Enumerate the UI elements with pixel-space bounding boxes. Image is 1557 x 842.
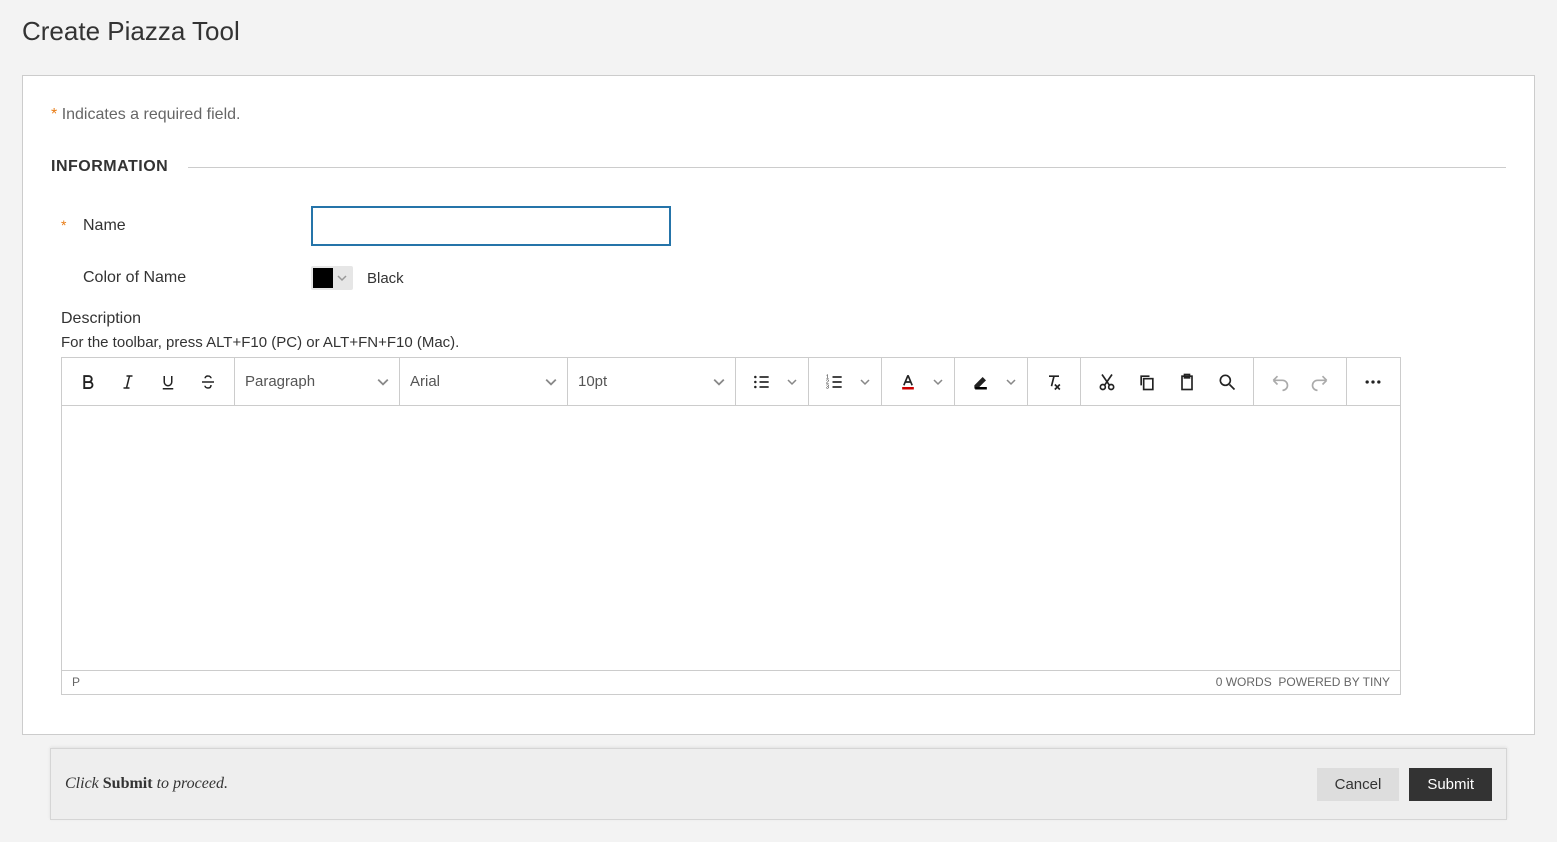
section-header: INFORMATION — [51, 158, 1506, 176]
editor-wordcount: 0 WORDS POWERED BY TINY — [1216, 675, 1390, 690]
more-group — [1347, 358, 1399, 405]
more-button[interactable] — [1353, 362, 1393, 402]
chevron-down-icon[interactable] — [928, 377, 948, 387]
svg-text:3: 3 — [826, 384, 829, 390]
rich-text-editor: Paragraph Arial 10pt — [61, 357, 1401, 695]
page-title: Create Piazza Tool — [0, 0, 1557, 75]
clear-format-group — [1028, 358, 1081, 405]
chevron-down-icon — [377, 376, 389, 388]
chevron-down-icon — [333, 268, 351, 288]
clipboard-group — [1081, 358, 1254, 405]
text-color-button[interactable] — [888, 362, 928, 402]
color-label-text: Color of Name — [83, 269, 186, 287]
required-note: * Indicates a required field. — [51, 106, 1506, 124]
svg-text:1: 1 — [826, 374, 829, 380]
bullet-list-button[interactable] — [742, 362, 782, 402]
strikethrough-button[interactable] — [188, 362, 228, 402]
bold-button[interactable] — [68, 362, 108, 402]
editor-path: P — [72, 675, 80, 690]
fontsize-select[interactable]: 10pt — [568, 358, 736, 405]
chevron-down-icon[interactable] — [1001, 377, 1021, 387]
paragraph-select[interactable]: Paragraph — [235, 358, 400, 405]
footer-buttons: Cancel Submit — [1317, 768, 1492, 801]
bullet-list-group — [736, 358, 809, 405]
editor-statusbar: P 0 WORDS POWERED BY TINY — [62, 670, 1400, 694]
underline-button[interactable] — [148, 362, 188, 402]
description-label: Description — [61, 310, 1496, 328]
toolbar-hint: For the toolbar, press ALT+F10 (PC) or A… — [61, 334, 1496, 351]
clear-formatting-button[interactable] — [1034, 362, 1074, 402]
cancel-button[interactable]: Cancel — [1317, 768, 1400, 801]
required-note-text: Indicates a required field. — [62, 106, 241, 123]
undo-button[interactable] — [1260, 362, 1300, 402]
svg-text:2: 2 — [826, 379, 829, 385]
copy-button[interactable] — [1127, 362, 1167, 402]
redo-button[interactable] — [1300, 362, 1340, 402]
required-star-icon: * — [61, 217, 73, 233]
name-label-text: Name — [83, 217, 126, 235]
color-value-text: Black — [367, 270, 404, 287]
font-select[interactable]: Arial — [400, 358, 568, 405]
color-row: Color of Name Black — [61, 266, 1496, 290]
form-panel: * Indicates a required field. INFORMATIO… — [22, 75, 1535, 735]
color-swatch-icon — [313, 268, 333, 288]
submit-button[interactable]: Submit — [1409, 768, 1492, 801]
required-star-icon: * — [51, 106, 57, 123]
cut-button[interactable] — [1087, 362, 1127, 402]
color-picker[interactable] — [311, 266, 353, 290]
editor-body[interactable] — [62, 406, 1400, 670]
chevron-down-icon — [545, 376, 557, 388]
chevron-down-icon[interactable] — [855, 377, 875, 387]
paste-button[interactable] — [1167, 362, 1207, 402]
name-label: * Name — [61, 217, 311, 235]
text-color-group — [882, 358, 955, 405]
name-row: * Name — [61, 206, 1496, 246]
font-select-value: Arial — [410, 373, 440, 390]
number-list-group: 123 — [809, 358, 882, 405]
highlight-group — [955, 358, 1028, 405]
paragraph-select-value: Paragraph — [245, 373, 315, 390]
editor-toolbar: Paragraph Arial 10pt — [62, 358, 1400, 406]
name-input[interactable] — [311, 206, 671, 246]
undo-group — [1254, 358, 1347, 405]
find-button[interactable] — [1207, 362, 1247, 402]
section-title: INFORMATION — [51, 158, 168, 176]
chevron-down-icon[interactable] — [782, 377, 802, 387]
highlight-button[interactable] — [961, 362, 1001, 402]
section-divider — [188, 167, 1506, 168]
chevron-down-icon — [713, 376, 725, 388]
footer-bar: Click Submit to proceed. Cancel Submit — [50, 748, 1507, 820]
italic-button[interactable] — [108, 362, 148, 402]
color-label: Color of Name — [61, 269, 311, 287]
fontsize-select-value: 10pt — [578, 373, 607, 390]
footer-hint: Click Submit to proceed. — [65, 775, 228, 793]
numbered-list-button[interactable]: 123 — [815, 362, 855, 402]
format-group — [62, 358, 235, 405]
